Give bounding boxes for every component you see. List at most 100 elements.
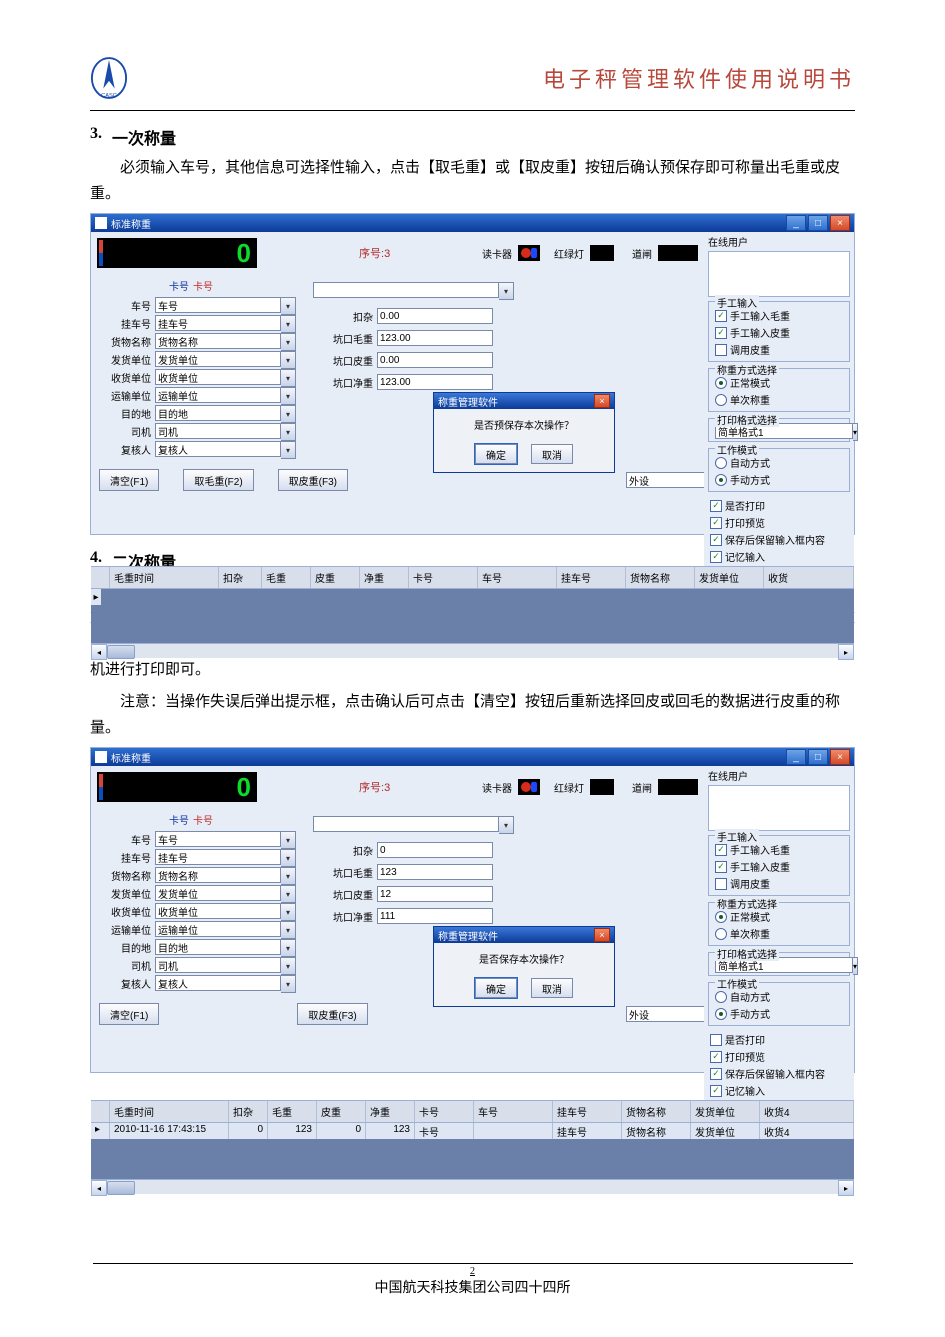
work-manual-radio[interactable]: 手动方式: [715, 1006, 843, 1021]
vehicle-combo[interactable]: ▾: [155, 297, 296, 313]
hscroll[interactable]: ◂ ▸: [91, 1179, 854, 1194]
chevron-down-icon[interactable]: ▾: [281, 387, 296, 405]
reviewer-combo[interactable]: ▾: [155, 441, 296, 457]
chevron-down-icon[interactable]: ▾: [281, 903, 296, 921]
chevron-down-icon[interactable]: ▾: [281, 831, 296, 849]
shipper-combo[interactable]: ▾: [155, 351, 296, 367]
close-button[interactable]: ×: [830, 215, 850, 231]
driver-combo[interactable]: ▾: [155, 957, 296, 973]
chevron-down-icon[interactable]: ▾: [853, 423, 858, 441]
chevron-down-icon[interactable]: ▾: [281, 369, 296, 387]
mode-single-radio[interactable]: 单次称重: [715, 392, 843, 407]
scroll-thumb[interactable]: [107, 1181, 135, 1195]
tare-button[interactable]: 取皮重(F3): [297, 1003, 367, 1025]
chevron-down-icon[interactable]: ▾: [281, 405, 296, 423]
chevron-down-icon[interactable]: ▾: [281, 849, 296, 867]
print-checkbox[interactable]: 是否打印: [710, 1032, 848, 1047]
work-manual-radio[interactable]: 手动方式: [715, 472, 843, 487]
dest-combo[interactable]: ▾: [155, 405, 296, 421]
vehicle-combo[interactable]: ▾: [155, 831, 296, 847]
kz-input[interactable]: [377, 308, 493, 324]
mode-normal-radio[interactable]: 正常模式: [715, 909, 843, 924]
preview-checkbox[interactable]: ✓打印预览: [710, 1049, 848, 1064]
clear-button[interactable]: 清空(F1): [99, 469, 159, 491]
work-auto-radio[interactable]: 自动方式: [715, 455, 843, 470]
kz-input[interactable]: [377, 842, 493, 858]
scroll-left-button[interactable]: ◂: [91, 644, 107, 660]
hscroll[interactable]: ◂ ▸: [91, 643, 854, 658]
shipper-combo[interactable]: ▾: [155, 885, 296, 901]
tare-button[interactable]: 取皮重(F3): [278, 469, 348, 491]
chevron-down-icon[interactable]: ▾: [281, 885, 296, 903]
clear-button[interactable]: 清空(F1): [99, 1003, 159, 1025]
scroll-right-button[interactable]: ▸: [838, 1180, 854, 1196]
manual-gross-checkbox[interactable]: ✓手工输入毛重: [715, 308, 843, 323]
mz-input[interactable]: [377, 330, 493, 346]
dest-combo[interactable]: ▾: [155, 939, 296, 955]
maximize-button[interactable]: □: [808, 215, 828, 231]
grid-body[interactable]: ▸: [91, 589, 854, 643]
gross-button[interactable]: 取毛重(F2): [183, 469, 253, 491]
minimize-button[interactable]: _: [786, 749, 806, 765]
chevron-down-icon[interactable]: ▾: [281, 975, 296, 993]
use-tare-checkbox[interactable]: 调用皮重: [715, 876, 843, 891]
chevron-down-icon[interactable]: ▾: [281, 351, 296, 369]
mode-single-radio[interactable]: 单次称重: [715, 926, 843, 941]
dialog-close-button[interactable]: ×: [594, 928, 610, 942]
dialog-close-button[interactable]: ×: [594, 394, 610, 408]
preview-checkbox[interactable]: ✓打印预览: [710, 515, 848, 530]
keep-input-checkbox[interactable]: ✓保存后保留输入框内容: [710, 532, 848, 547]
work-auto-radio[interactable]: 自动方式: [715, 989, 843, 1004]
jz-input[interactable]: [377, 374, 493, 390]
mode-normal-radio[interactable]: 正常模式: [715, 375, 843, 390]
mz-input[interactable]: [377, 864, 493, 880]
minimize-button[interactable]: _: [786, 215, 806, 231]
scroll-right-button[interactable]: ▸: [838, 644, 854, 660]
chevron-down-icon[interactable]: ▾: [281, 921, 296, 939]
chevron-down-icon[interactable]: ▾: [281, 297, 296, 315]
trailer-combo[interactable]: ▾: [155, 849, 296, 865]
remember-checkbox[interactable]: ✓记忆输入: [710, 549, 848, 564]
manual-tare-checkbox[interactable]: ✓手工输入皮重: [715, 325, 843, 340]
chevron-down-icon[interactable]: ▾: [281, 315, 296, 333]
chevron-down-icon[interactable]: ▾: [281, 441, 296, 459]
scroll-thumb[interactable]: [107, 645, 135, 659]
top-combo[interactable]: ▾: [313, 282, 698, 298]
chevron-down-icon[interactable]: ▾: [281, 939, 296, 957]
receiver-combo[interactable]: ▾: [155, 369, 296, 385]
chevron-down-icon[interactable]: ▾: [281, 423, 296, 441]
use-tare-checkbox[interactable]: 调用皮重: [715, 342, 843, 357]
pz-input[interactable]: [377, 886, 493, 902]
infra-combo[interactable]: ▾: [626, 1006, 696, 1022]
carrier-combo[interactable]: ▾: [155, 387, 296, 403]
grid-body[interactable]: ▸ 2010-11-16 17:43:15 0 123 0 123 卡号 挂车号…: [91, 1123, 854, 1179]
reviewer-combo[interactable]: ▾: [155, 975, 296, 991]
manual-tare-checkbox[interactable]: ✓手工输入皮重: [715, 859, 843, 874]
infra-combo[interactable]: ▾: [626, 472, 696, 488]
dialog-cancel-button[interactable]: 取消: [531, 444, 573, 464]
dialog-ok-button[interactable]: 确定: [475, 978, 517, 998]
keep-input-checkbox[interactable]: ✓保存后保留输入框内容: [710, 1066, 848, 1081]
goods-combo[interactable]: ▾: [155, 867, 296, 883]
chevron-down-icon[interactable]: ▾: [499, 816, 514, 834]
chevron-down-icon[interactable]: ▾: [499, 282, 514, 300]
jz-input[interactable]: [377, 908, 493, 924]
carrier-combo[interactable]: ▾: [155, 921, 296, 937]
chevron-down-icon[interactable]: ▾: [853, 957, 858, 975]
manual-gross-checkbox[interactable]: ✓手工输入毛重: [715, 842, 843, 857]
goods-combo[interactable]: ▾: [155, 333, 296, 349]
scroll-left-button[interactable]: ◂: [91, 1180, 107, 1196]
chevron-down-icon[interactable]: ▾: [281, 333, 296, 351]
close-button[interactable]: ×: [830, 749, 850, 765]
print-checkbox[interactable]: ✓是否打印: [710, 498, 848, 513]
table-row[interactable]: ▸ 2010-11-16 17:43:15 0 123 0 123 卡号 挂车号…: [91, 1123, 854, 1139]
chevron-down-icon[interactable]: ▾: [281, 957, 296, 975]
remember-checkbox[interactable]: ✓记忆输入: [710, 1083, 848, 1098]
maximize-button[interactable]: □: [808, 749, 828, 765]
driver-combo[interactable]: ▾: [155, 423, 296, 439]
trailer-combo[interactable]: ▾: [155, 315, 296, 331]
chevron-down-icon[interactable]: ▾: [281, 867, 296, 885]
receiver-combo[interactable]: ▾: [155, 903, 296, 919]
top-combo[interactable]: ▾: [313, 816, 698, 832]
dialog-cancel-button[interactable]: 取消: [531, 978, 573, 998]
